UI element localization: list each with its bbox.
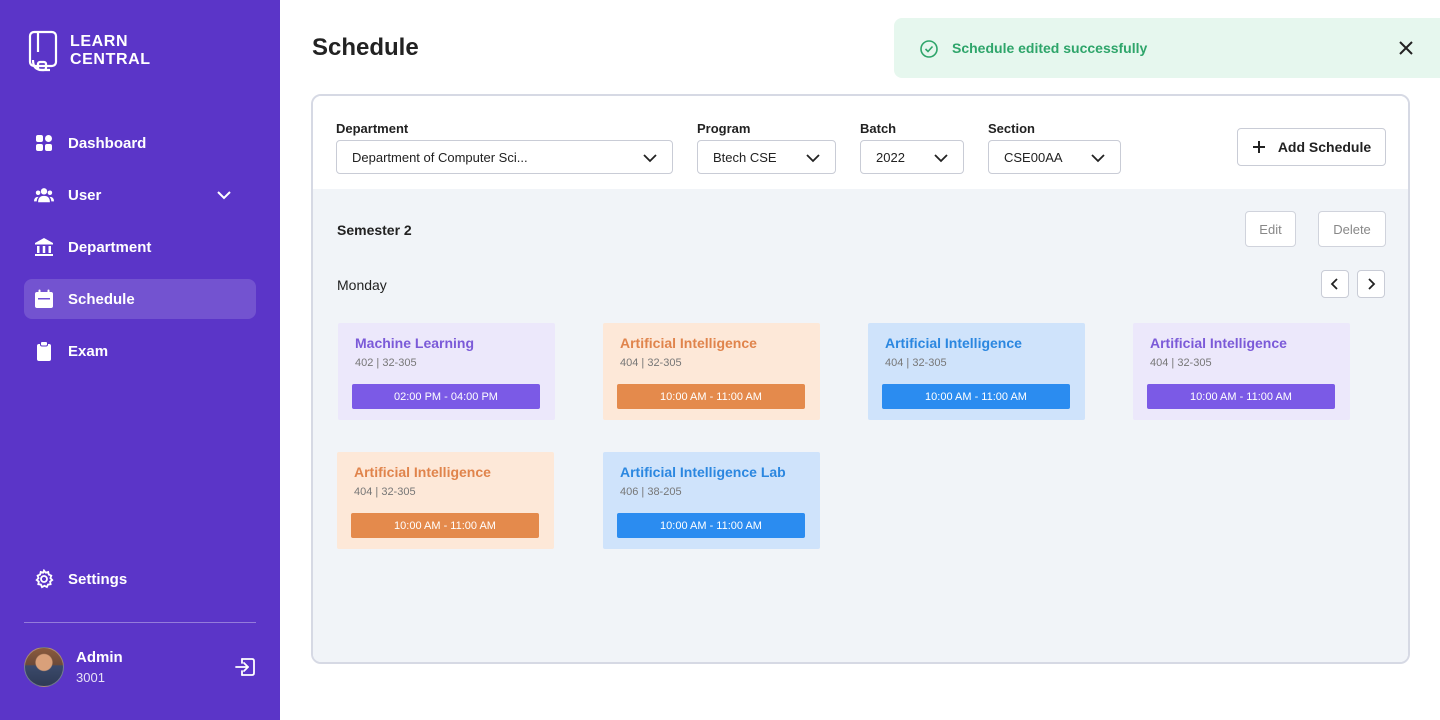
batch-label: Batch [860, 121, 897, 136]
logo-line-1: LEARN [70, 33, 129, 50]
chevron-left-icon [1330, 278, 1338, 290]
sidebar-item-settings[interactable]: Settings [24, 559, 256, 599]
user-profile: Admin 3001 [24, 647, 256, 687]
schedule-card-item[interactable]: Artificial Intelligence 404 | 32-305 10:… [868, 323, 1085, 420]
schedule-card-item[interactable]: Artificial Intelligence Lab 406 | 38-205… [603, 452, 820, 549]
schedule-card-item[interactable]: Artificial Intelligence 404 | 32-305 10:… [1133, 323, 1350, 420]
calendar-icon [34, 289, 54, 309]
class-title: Artificial Intelligence [354, 464, 491, 480]
sidebar-item-label: Exam [68, 342, 109, 360]
clipboard-icon [34, 341, 54, 361]
batch-value: 2022 [876, 149, 905, 165]
class-time: 10:00 AM - 11:00 AM [882, 384, 1070, 409]
department-select[interactable]: Department of Computer Sci... [336, 140, 673, 174]
class-title: Machine Learning [355, 335, 475, 351]
schedule-body: Semester 2 Edit Delete Monday Machine Le… [313, 189, 1408, 662]
class-room: 404 | 32-305 [1150, 357, 1212, 369]
sidebar-item-label: User [68, 186, 102, 204]
class-room: 404 | 32-305 [620, 357, 682, 369]
class-room: 404 | 32-305 [354, 486, 416, 498]
program-value: Btech CSE [713, 149, 777, 165]
class-time: 10:00 AM - 11:00 AM [617, 513, 805, 538]
sidebar-item-label: Dashboard [68, 134, 147, 152]
toast-message: Schedule edited successfully [952, 40, 1148, 56]
grid-icon [34, 133, 54, 153]
chevron-down-icon [806, 154, 820, 163]
sidebar-item-schedule[interactable]: Schedule [24, 279, 256, 319]
class-room: 402 | 32-305 [355, 357, 417, 369]
sidebar-item-user[interactable]: User [24, 175, 256, 215]
page-title: Schedule [312, 34, 419, 61]
semester-title: Semester 2 [337, 222, 412, 238]
prev-day-button[interactable] [1321, 270, 1349, 298]
users-icon [34, 185, 54, 205]
section-value: CSE00AA [1004, 149, 1063, 165]
sidebar-item-exam[interactable]: Exam [24, 331, 256, 371]
logo-line-2: CENTRAL [70, 51, 151, 68]
schedule-card-item[interactable]: Machine Learning 402 | 32-305 02:00 PM -… [338, 323, 555, 420]
success-toast: Schedule edited successfully [894, 18, 1440, 78]
sidebar-divider [24, 622, 256, 623]
add-schedule-button[interactable]: Add Schedule [1237, 128, 1386, 166]
chevron-down-icon [1091, 154, 1105, 163]
section-label: Section [988, 121, 1035, 136]
sidebar-item-label: Department [68, 238, 152, 256]
user-id: 3001 [76, 670, 105, 685]
add-schedule-label: Add Schedule [1277, 139, 1372, 155]
schedule-card-item[interactable]: Artificial Intelligence 404 | 32-305 10:… [337, 452, 554, 549]
batch-select[interactable]: 2022 [860, 140, 964, 174]
sidebar-item-dashboard[interactable]: Dashboard [24, 123, 256, 163]
chevron-down-icon[interactable] [216, 187, 232, 203]
day-label: Monday [337, 277, 387, 293]
class-time: 10:00 AM - 11:00 AM [351, 513, 539, 538]
chevron-down-icon [643, 154, 657, 163]
sidebar-nav: Dashboard User Department Schedule Exam [24, 123, 256, 383]
delete-button[interactable]: Delete [1318, 211, 1386, 247]
app-logo[interactable]: LEARN CENTRAL [28, 30, 151, 72]
avatar[interactable] [24, 647, 64, 687]
program-select[interactable]: Btech CSE [697, 140, 836, 174]
edit-button[interactable]: Edit [1245, 211, 1296, 247]
class-title: Artificial Intelligence [620, 335, 757, 351]
schedule-card: Department Department of Computer Sci...… [311, 94, 1410, 664]
chevron-down-icon [934, 154, 948, 163]
logo-icon [28, 30, 58, 72]
sidebar-item-label: Schedule [68, 290, 135, 308]
check-circle-icon [920, 40, 938, 58]
class-time: 10:00 AM - 11:00 AM [1147, 384, 1335, 409]
class-time: 02:00 PM - 04:00 PM [352, 384, 540, 409]
schedule-card-item[interactable]: Artificial Intelligence 404 | 32-305 10:… [603, 323, 820, 420]
gear-icon [34, 569, 54, 589]
class-room: 406 | 38-205 [620, 486, 682, 498]
class-title: Artificial Intelligence [1150, 335, 1287, 351]
chevron-right-icon [1368, 278, 1376, 290]
plus-icon [1252, 141, 1265, 153]
sidebar-settings: Settings [24, 559, 256, 611]
sidebar: LEARN CENTRAL Dashboard User Department [0, 0, 280, 720]
next-day-button[interactable] [1357, 270, 1385, 298]
bank-icon [34, 237, 54, 257]
logout-icon[interactable] [234, 656, 256, 678]
section-select[interactable]: CSE00AA [988, 140, 1121, 174]
filter-bar: Department Department of Computer Sci...… [313, 96, 1408, 189]
program-label: Program [697, 121, 751, 136]
sidebar-item-department[interactable]: Department [24, 227, 256, 267]
department-value: Department of Computer Sci... [352, 149, 528, 165]
class-time: 10:00 AM - 11:00 AM [617, 384, 805, 409]
class-room: 404 | 32-305 [885, 357, 947, 369]
settings-label: Settings [68, 570, 128, 588]
class-title: Artificial Intelligence [885, 335, 1022, 351]
user-name: Admin [76, 649, 123, 666]
close-icon[interactable] [1398, 40, 1414, 56]
class-title: Artificial Intelligence Lab [620, 464, 786, 480]
department-label: Department [336, 121, 409, 136]
